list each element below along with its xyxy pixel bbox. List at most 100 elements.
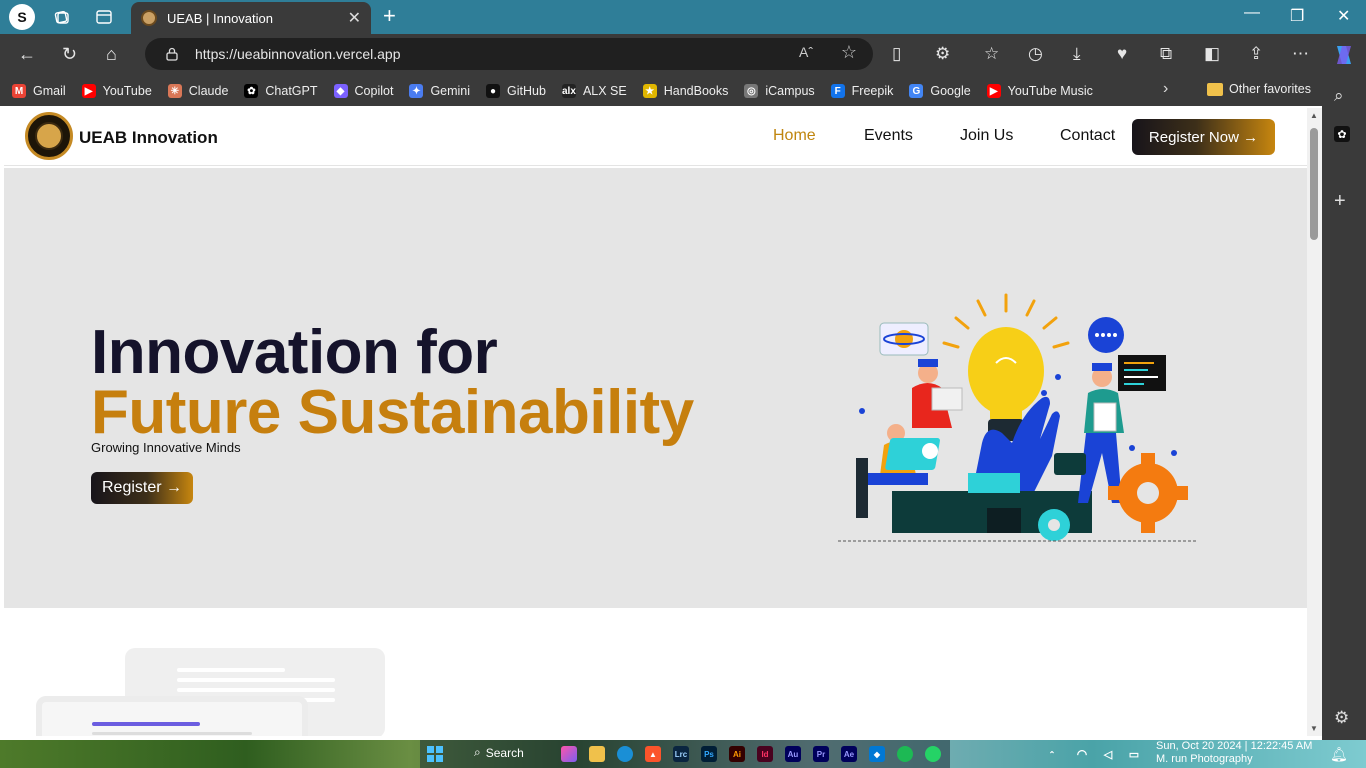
youtube-icon: ▶	[81, 84, 96, 98]
url-text: https://ueabinnovation.vercel.app	[195, 46, 401, 62]
audition-icon[interactable]: Au	[785, 746, 801, 762]
bookmark-handbooks[interactable]: ★ HandBooks	[642, 84, 729, 98]
bookmark-copilot[interactable]: ◆ Copilot	[333, 84, 393, 98]
spotify-icon[interactable]	[897, 746, 913, 762]
bookmark-google[interactable]: G Google	[909, 84, 971, 98]
copilot-icon: ◆	[333, 84, 348, 98]
history-icon[interactable]: ◷	[1028, 44, 1043, 64]
search-icon[interactable]: ⌕	[1334, 86, 1344, 106]
icampus-icon: ◎	[744, 84, 759, 98]
bookmark-youtube-music[interactable]: ▶ YouTube Music	[986, 84, 1093, 98]
bookmark-label: Gemini	[430, 84, 471, 98]
refresh-icon[interactable]: ↻	[62, 44, 77, 64]
illustrator-icon[interactable]: Ai	[729, 746, 745, 762]
nav-join-us[interactable]: Join Us	[960, 127, 1013, 145]
close-window-button[interactable]: ✕	[1337, 6, 1350, 26]
office-icon[interactable]: ▯	[892, 44, 901, 64]
file-explorer-icon[interactable]	[589, 746, 605, 762]
system-tray-chevron-icon[interactable]: ⌃	[1044, 746, 1060, 762]
browser-toolbar: ← ↻ ⌂ https://ueabinnovation.vercel.app …	[0, 34, 1366, 76]
more-menu-icon[interactable]: ⋯	[1292, 44, 1309, 64]
bookmark-gmail[interactable]: M Gmail	[12, 84, 66, 98]
brand-name[interactable]: UEAB Innovation	[79, 128, 218, 148]
windows-start-icon[interactable]	[427, 746, 443, 762]
screenshot-icon[interactable]: ⧉	[1160, 44, 1172, 64]
bookmark-claude[interactable]: ✳ Claude	[167, 84, 228, 98]
bookmark-chatgpt[interactable]: ✿ ChatGPT	[244, 84, 318, 98]
read-aloud-icon[interactable]: Aˆ	[799, 44, 813, 60]
whatsapp-icon[interactable]	[925, 746, 941, 762]
lightroom-classic-icon[interactable]: Lrc	[673, 746, 689, 762]
handbooks-icon: ★	[642, 84, 657, 98]
tab-actions-icon[interactable]	[95, 8, 113, 26]
clock-line1: Sun, Oct 20 2024 | 12:22:45 AM	[1156, 740, 1313, 752]
taskbar-search[interactable]: ⌕ Search	[474, 745, 524, 760]
scroll-down-icon[interactable]: ▼	[1310, 724, 1318, 733]
favorite-star-icon[interactable]: ☆	[841, 42, 857, 63]
home-icon[interactable]: ⌂	[106, 44, 117, 64]
volume-icon[interactable]: ◁	[1100, 746, 1116, 762]
bookmark-icampus[interactable]: ◎ iCampus	[744, 84, 815, 98]
profile-button[interactable]: S	[9, 4, 35, 30]
nav-home[interactable]: Home	[773, 127, 816, 145]
restore-button[interactable]: ❐	[1290, 6, 1304, 26]
photoshop-icon[interactable]: Ps	[701, 746, 717, 762]
after-effects-icon[interactable]: Ae	[841, 746, 857, 762]
site-favicon-icon	[141, 10, 157, 26]
bookmark-label: ALX SE	[582, 84, 627, 98]
vscode-icon[interactable]: ◆	[869, 746, 885, 762]
edge-sidebar: ⌕ ✿ + ⚙	[1322, 76, 1366, 740]
add-sidebar-app-icon[interactable]: +	[1334, 190, 1346, 213]
indesign-icon[interactable]: Id	[757, 746, 773, 762]
workspaces-icon[interactable]	[53, 8, 71, 26]
favorites-icon[interactable]: ☆	[984, 44, 999, 64]
address-bar[interactable]: https://ueabinnovation.vercel.app Aˆ ☆	[145, 38, 873, 70]
bookmark-label: iCampus	[765, 84, 815, 98]
bookmark-github[interactable]: ● GitHub	[486, 84, 546, 98]
google-icon: G	[909, 84, 924, 98]
back-icon[interactable]: ←	[18, 44, 36, 64]
bookmark-label: HandBooks	[663, 84, 729, 98]
innovation-illustration	[838, 293, 1196, 542]
bookmarks-overflow-icon[interactable]: ›	[1163, 80, 1168, 98]
minimize-button[interactable]: —	[1244, 4, 1260, 22]
nav-contact[interactable]: Contact	[1060, 127, 1115, 145]
page-scrollbar[interactable]: ▲ ▼	[1307, 108, 1322, 736]
tab-title: UEAB | Innovation	[167, 10, 273, 26]
nav-events[interactable]: Events	[864, 127, 913, 145]
tab-close-icon[interactable]: ✕	[348, 8, 361, 28]
hero-title-line2: Future Sustainability	[91, 378, 694, 447]
chatgpt-sidebar-icon[interactable]: ✿	[1334, 126, 1350, 142]
extensions-icon[interactable]: ⚙	[935, 44, 950, 64]
battery-icon[interactable]: ▭	[1126, 746, 1142, 762]
sidebar-settings-icon[interactable]: ⚙	[1334, 708, 1349, 728]
bookmark-youtube[interactable]: ▶ YouTube	[81, 84, 152, 98]
performance-icon[interactable]: ♥	[1117, 44, 1127, 64]
register-now-button[interactable]: Register Now →	[1132, 119, 1275, 155]
ueab-logo[interactable]	[25, 112, 73, 160]
bookmark-alx-se[interactable]: alx ALX SE	[561, 84, 627, 98]
scroll-up-icon[interactable]: ▲	[1310, 111, 1318, 120]
new-tab-button[interactable]: +	[383, 5, 396, 27]
tab-active[interactable]: UEAB | Innovation ✕	[131, 2, 371, 34]
edge-icon[interactable]	[617, 746, 633, 762]
share-icon[interactable]: ⇪	[1249, 44, 1263, 64]
bookmark-gemini[interactable]: ✦ Gemini	[409, 84, 470, 98]
github-icon: ●	[486, 84, 501, 98]
brave-icon[interactable]: ▲	[645, 746, 661, 762]
scrollbar-thumb[interactable]	[1310, 128, 1318, 240]
title-bar: S UEAB | Innovation ✕ + — ❐ ✕	[0, 0, 1366, 34]
downloads-icon[interactable]: ⤓	[1073, 44, 1081, 64]
notifications-icon[interactable]: 🔔︎	[1330, 746, 1348, 763]
wifi-icon[interactable]: ◠	[1074, 746, 1090, 762]
copilot-icon[interactable]	[1331, 42, 1357, 68]
bookmark-freepik[interactable]: F Freepik	[830, 84, 893, 98]
premiere-icon[interactable]: Pr	[813, 746, 829, 762]
split-screen-icon[interactable]: ◧	[1204, 44, 1220, 64]
other-favorites[interactable]: Other favorites	[1207, 82, 1311, 96]
hero-register-button[interactable]: Register →	[91, 472, 193, 504]
copilot-taskbar-icon[interactable]	[561, 746, 577, 762]
site-header: UEAB Innovation Home Events Join Us Cont…	[4, 108, 1307, 166]
bookmark-label: ChatGPT	[265, 84, 318, 98]
taskbar-clock[interactable]: Sun, Oct 20 2024 | 12:22:45 AM M. run Ph…	[1156, 740, 1312, 766]
